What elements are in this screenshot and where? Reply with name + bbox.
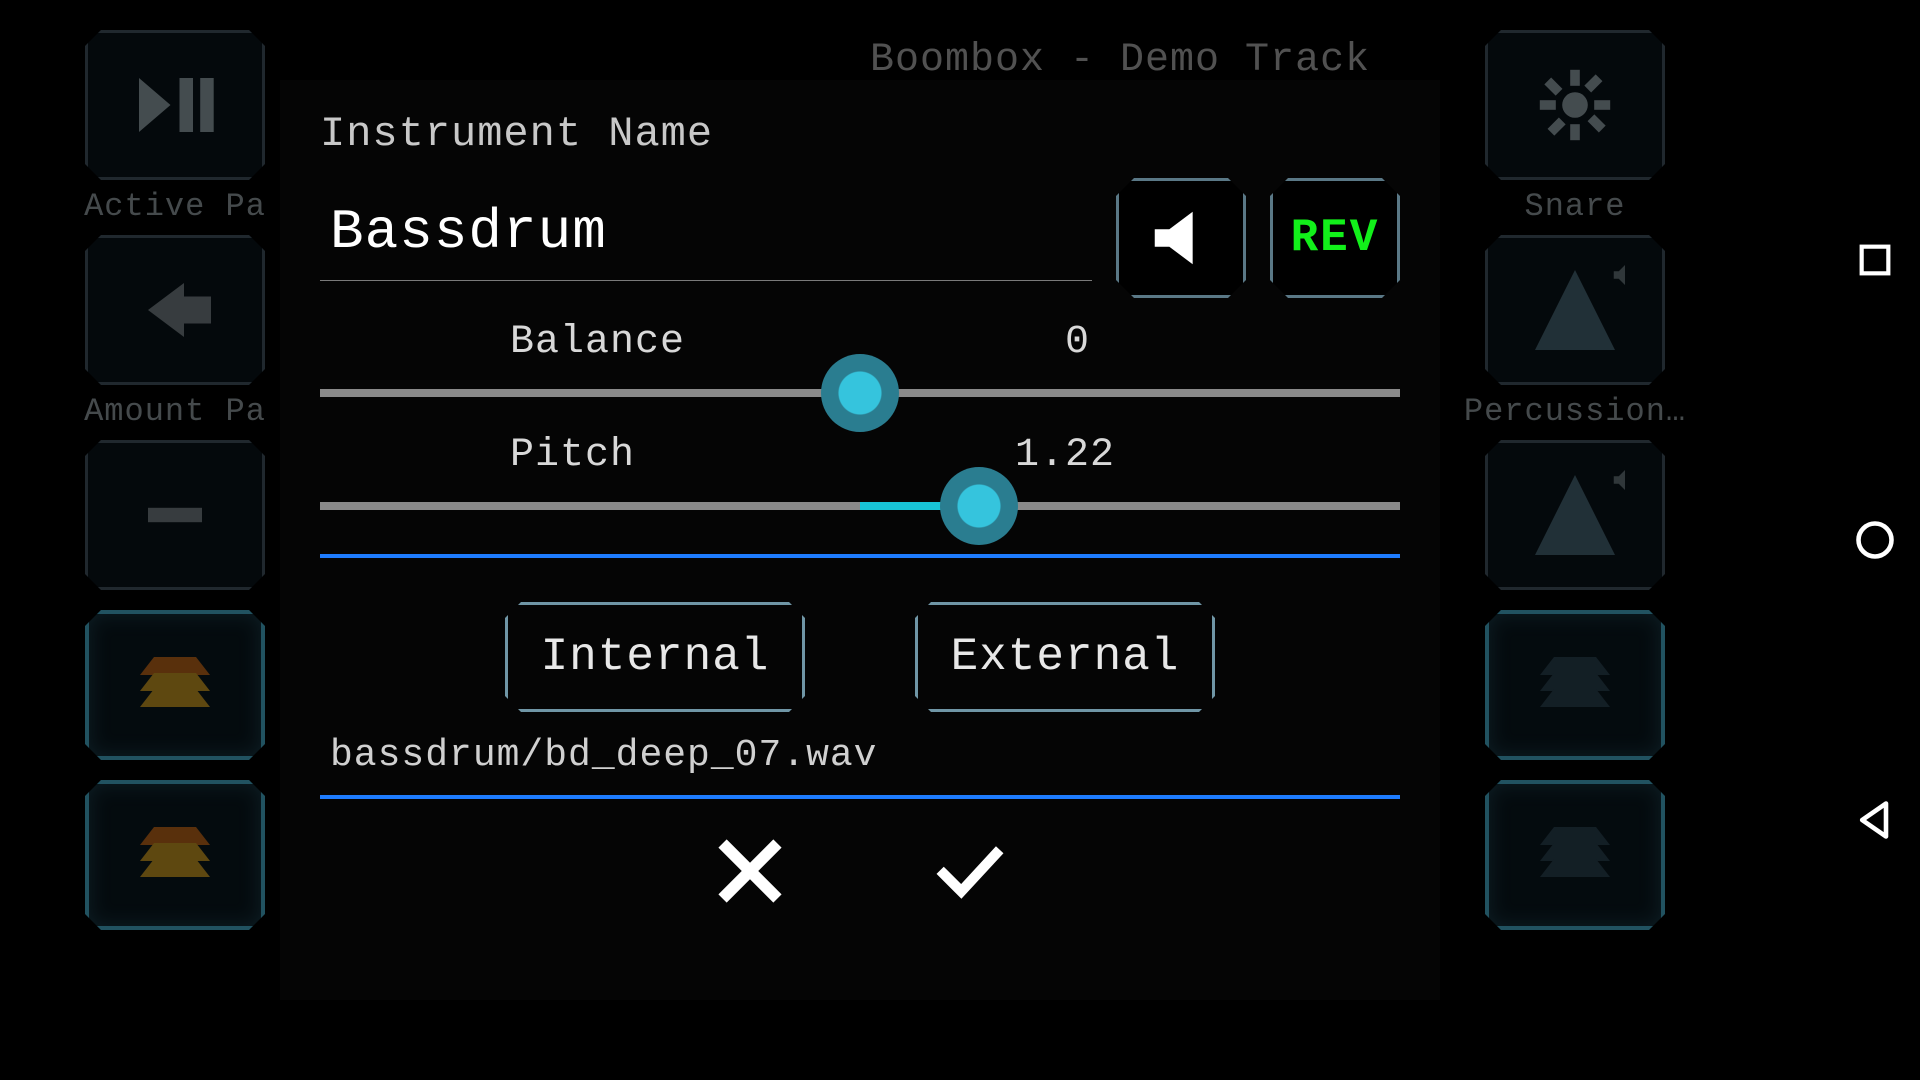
track-title: Boombox - Demo Track — [870, 38, 1370, 83]
divider — [320, 795, 1400, 799]
percussion-label: Percussion… — [1464, 393, 1686, 430]
square-icon — [1855, 240, 1895, 280]
speaker-icon — [1146, 203, 1216, 273]
triangle-back-icon — [1853, 798, 1897, 842]
android-back-button[interactable] — [1852, 797, 1898, 843]
back-button[interactable] — [85, 235, 265, 385]
balance-slider-thumb[interactable] — [821, 354, 899, 432]
confirm-button[interactable] — [930, 831, 1010, 911]
modal-title: Instrument Name — [320, 110, 1400, 158]
pitch-value: 1.22 — [1015, 433, 1155, 478]
pattern-chevrons-down-icon[interactable] — [1485, 780, 1665, 930]
play-pause-button[interactable] — [85, 30, 265, 180]
preview-sound-button[interactable] — [1116, 178, 1246, 298]
pitch-slider-thumb[interactable] — [940, 467, 1018, 545]
divider — [320, 554, 1400, 558]
pitch-label: Pitch — [510, 433, 635, 478]
android-recents-button[interactable] — [1852, 237, 1898, 283]
balance-value: 0 — [1065, 320, 1205, 365]
pattern-chevrons-down-icon[interactable] — [1485, 610, 1665, 760]
balance-label: Balance — [510, 320, 685, 365]
instrument-percussion-icon[interactable] — [1485, 440, 1665, 590]
instrument-snare-icon[interactable] — [1485, 235, 1665, 385]
pitch-slider[interactable] — [320, 502, 1400, 510]
circle-icon — [1853, 518, 1897, 562]
remove-button[interactable] — [85, 440, 265, 590]
reverse-toggle-button[interactable]: REV — [1270, 178, 1400, 298]
snare-label: Snare — [1524, 188, 1625, 225]
source-internal-button[interactable]: Internal — [505, 602, 805, 712]
settings-button[interactable] — [1485, 30, 1665, 180]
instrument-edit-modal: Instrument Name REV Balance 0 Pitch 1.22 — [280, 80, 1440, 1000]
pattern-chevrons-up-icon[interactable] — [85, 610, 265, 760]
sample-file-path: bassdrum/bd_deep_07.wav — [320, 730, 1400, 787]
amount-patterns-label: Amount Pa — [84, 393, 266, 430]
close-icon — [715, 836, 785, 906]
android-home-button[interactable] — [1852, 517, 1898, 563]
pattern-chevrons-up-icon[interactable] — [85, 780, 265, 930]
cancel-button[interactable] — [710, 831, 790, 911]
source-external-button[interactable]: External — [915, 602, 1215, 712]
check-icon — [930, 836, 1010, 906]
balance-slider[interactable] — [320, 389, 1400, 397]
instrument-name-input[interactable] — [320, 196, 1092, 281]
active-patterns-label: Active Pa — [84, 188, 266, 225]
